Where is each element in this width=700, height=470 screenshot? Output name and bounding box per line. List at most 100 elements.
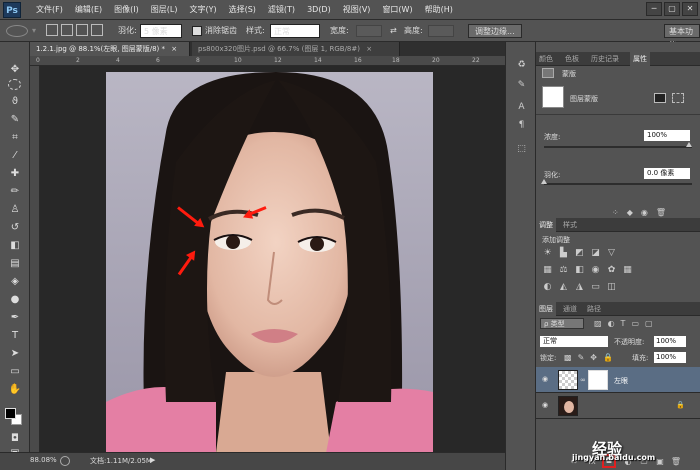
gradient-tool-icon[interactable]: ▤ xyxy=(7,256,23,271)
delete-icon[interactable]: 🗑 xyxy=(656,208,666,217)
channel-mixer-icon[interactable]: ✿ xyxy=(606,265,617,276)
layer-name[interactable]: 左眼 xyxy=(614,376,628,386)
posterize-icon[interactable]: ◭ xyxy=(558,282,569,293)
lock-pixels-icon[interactable]: ✎ xyxy=(578,353,585,362)
style-select[interactable]: 正常 xyxy=(270,24,320,38)
brush-preset-icon[interactable]: ✎ xyxy=(514,78,529,93)
menu-layer[interactable]: 图层(L) xyxy=(145,0,184,20)
layer-row[interactable]: ◉ 🔒 xyxy=(536,393,700,419)
selective-color-icon[interactable]: ◫ xyxy=(606,282,617,293)
tab-adjustments[interactable]: 调整 xyxy=(536,218,556,232)
smart-filter-icon[interactable]: ▢ xyxy=(645,319,653,328)
feather-input[interactable]: 5 像素 xyxy=(140,24,182,38)
maximize-button[interactable]: ▢ xyxy=(664,2,680,16)
layer-row[interactable]: ◉ ∞ 左眼 xyxy=(536,367,700,393)
threshold-icon[interactable]: ◮ xyxy=(574,282,585,293)
delete-layer-icon[interactable]: 🗑 xyxy=(670,456,682,467)
tab-swatches[interactable]: 色板 xyxy=(562,52,582,66)
new-selection-icon[interactable] xyxy=(46,24,58,36)
invert-icon[interactable]: ◐ xyxy=(542,282,553,293)
blur-tool-icon[interactable]: ◈ xyxy=(7,274,23,289)
tab-paths[interactable]: 路径 xyxy=(584,302,604,316)
shape-tool-icon[interactable]: ▭ xyxy=(7,364,23,379)
crop-tool-icon[interactable]: ⌗ xyxy=(7,130,23,145)
status-info-icon[interactable] xyxy=(60,456,70,466)
pixel-mask-icon[interactable] xyxy=(654,93,666,103)
height-input[interactable] xyxy=(428,25,454,37)
feather-slider-knob[interactable] xyxy=(541,179,547,184)
vibrance-icon[interactable]: ▽ xyxy=(606,248,617,259)
healing-tool-icon[interactable]: ✚ xyxy=(7,166,23,181)
add-selection-icon[interactable] xyxy=(61,24,73,36)
tab-properties[interactable]: 属性 xyxy=(630,52,650,66)
quick-mask-icon[interactable]: ◘ xyxy=(7,431,23,446)
menu-image[interactable]: 图像(I) xyxy=(108,0,145,20)
adjust-filter-icon[interactable]: ◐ xyxy=(608,319,615,328)
blend-mode-select[interactable]: 正常 xyxy=(540,336,608,347)
eraser-tool-icon[interactable]: ◧ xyxy=(7,238,23,253)
type-tool-icon[interactable]: T xyxy=(7,328,23,343)
black-white-icon[interactable]: ◧ xyxy=(574,265,585,276)
lock-transparency-icon[interactable]: ▩ xyxy=(564,353,572,362)
menu-edit[interactable]: 编辑(E) xyxy=(69,0,108,20)
stamp-tool-icon[interactable]: ♙ xyxy=(7,202,23,217)
hand-tool-icon[interactable]: ✋ xyxy=(7,382,23,397)
menu-help[interactable]: 帮助(H) xyxy=(419,0,459,20)
menu-select[interactable]: 选择(S) xyxy=(223,0,262,20)
character-icon[interactable]: A xyxy=(514,100,529,115)
close-button[interactable]: ✕ xyxy=(682,2,698,16)
brush-tool-icon[interactable]: ✏ xyxy=(7,184,23,199)
pixel-filter-icon[interactable]: ▨ xyxy=(594,319,602,328)
doc-tab-active[interactable]: 1.2.1.jpg @ 88.1%(左眼, 图层蒙版/8) * × xyxy=(30,42,190,56)
tab-history[interactable]: 历史记录 xyxy=(588,52,622,66)
move-tool-icon[interactable]: ✥ xyxy=(7,62,23,77)
density-slider[interactable] xyxy=(544,146,692,148)
density-slider-knob[interactable] xyxy=(686,142,692,147)
close-icon[interactable]: × xyxy=(171,45,177,53)
menu-window[interactable]: 窗口(W) xyxy=(376,0,418,20)
foreground-color-swatch[interactable] xyxy=(5,408,16,419)
exposure-icon[interactable]: ◪ xyxy=(590,248,601,259)
opacity-input[interactable]: 100% xyxy=(654,336,686,347)
eyedropper-tool-icon[interactable]: ⁄ xyxy=(7,148,23,163)
tab-channels[interactable]: 通道 xyxy=(560,302,580,316)
lock-position-icon[interactable]: ✥ xyxy=(590,353,597,362)
quick-select-tool-icon[interactable]: ✎ xyxy=(7,112,23,127)
vector-mask-icon[interactable] xyxy=(672,93,684,103)
workspace-button[interactable]: 基本功能 xyxy=(664,24,700,50)
apply-mask-icon[interactable]: ◆ xyxy=(627,208,633,217)
hue-saturation-icon[interactable]: ▦ xyxy=(542,265,553,276)
menu-file[interactable]: 文件(F) xyxy=(30,0,69,20)
doc-tab[interactable]: ps800x320图片.psd @ 66.7% (图层 1, RGB/8#) × xyxy=(192,42,400,56)
paragraph-icon[interactable]: ¶ xyxy=(514,118,529,133)
ellipse-marquee-tool-icon[interactable] xyxy=(6,25,28,37)
chain-link-icon[interactable]: ∞ xyxy=(580,376,586,384)
dodge-tool-icon[interactable]: ● xyxy=(7,292,23,307)
brightness-icon[interactable]: ☀ xyxy=(542,248,553,259)
layer-mask-thumbnail[interactable] xyxy=(588,370,608,390)
color-balance-icon[interactable]: ⚖ xyxy=(558,265,569,276)
canvas-area[interactable] xyxy=(40,66,505,453)
menu-view[interactable]: 视图(V) xyxy=(337,0,377,20)
pen-tool-icon[interactable]: ✒ xyxy=(7,310,23,325)
menu-filter[interactable]: 滤镜(T) xyxy=(262,0,301,20)
history-icon[interactable]: ♻ xyxy=(514,58,529,73)
history-brush-tool-icon[interactable]: ↺ xyxy=(7,220,23,235)
gradient-map-icon[interactable]: ▭ xyxy=(590,282,601,293)
navigator-icon[interactable]: ⬚ xyxy=(514,142,529,157)
load-selection-icon[interactable]: ⁘ xyxy=(612,208,619,217)
feather-slider[interactable] xyxy=(544,183,692,185)
width-input[interactable] xyxy=(356,25,382,37)
tab-styles[interactable]: 样式 xyxy=(560,218,580,232)
levels-icon[interactable]: ▙ xyxy=(558,248,569,259)
antialias-checkbox[interactable] xyxy=(192,26,202,36)
new-layer-icon[interactable]: ▣ xyxy=(654,456,666,467)
shape-filter-icon[interactable]: ▭ xyxy=(631,319,639,328)
photo-filter-icon[interactable]: ◉ xyxy=(590,265,601,276)
menu-type[interactable]: 文字(Y) xyxy=(183,0,222,20)
fill-input[interactable]: 100% xyxy=(654,352,686,363)
refine-edge-button[interactable]: 调整边缘... xyxy=(468,24,522,38)
path-select-tool-icon[interactable]: ➤ xyxy=(7,346,23,361)
tool-preset-dropdown-icon[interactable]: ▾ xyxy=(32,24,36,38)
type-filter-icon[interactable]: T xyxy=(621,319,626,328)
